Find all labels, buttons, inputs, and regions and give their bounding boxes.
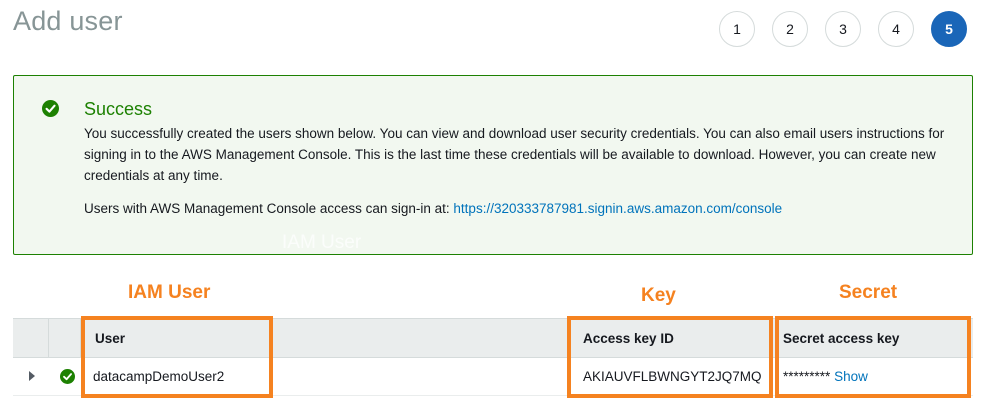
alert-title: Success (84, 99, 153, 119)
access-key-highlight (567, 316, 773, 398)
check-circle-icon (42, 100, 59, 117)
page-title: Add user (13, 6, 123, 36)
step-4[interactable]: 4 (878, 11, 914, 47)
wizard-steps: 1 2 3 4 5 (719, 11, 967, 47)
annotation-secret: Secret (839, 282, 898, 303)
signin-info: Users with AWS Management Console access… (84, 201, 782, 216)
caret-right-icon[interactable] (29, 371, 35, 381)
alert-body: You successfully created the users shown… (84, 126, 945, 183)
user-column-highlight (81, 316, 273, 398)
secret-key-highlight (775, 316, 971, 398)
annotation-key: Key (641, 285, 676, 306)
check-circle-icon (60, 369, 75, 384)
step-5[interactable]: 5 (931, 11, 967, 47)
column-divider (48, 319, 49, 357)
success-alert: Success You successfully created the use… (13, 75, 973, 255)
signin-prefix: Users with AWS Management Console access… (84, 201, 454, 216)
console-signin-link[interactable]: https://320333787981.signin.aws.amazon.c… (453, 201, 782, 216)
annotation-iam-user: IAM User (128, 282, 211, 303)
step-2[interactable]: 2 (772, 11, 808, 47)
step-3[interactable]: 3 (825, 11, 861, 47)
ghost-watermark-text: IAM User (282, 232, 362, 253)
step-1[interactable]: 1 (719, 11, 755, 47)
